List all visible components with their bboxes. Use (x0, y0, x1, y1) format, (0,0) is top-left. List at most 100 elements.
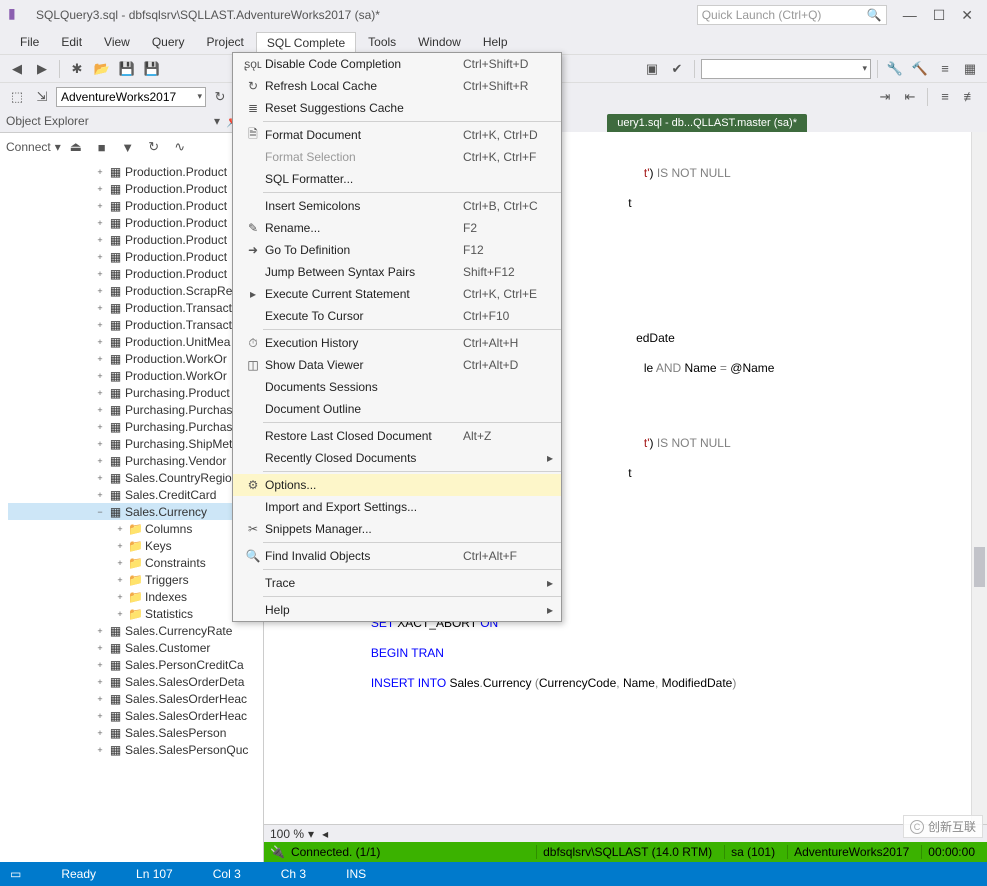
tree-node[interactable]: +▦Sales.CountryRegio (8, 469, 263, 486)
menu-item-rename[interactable]: ✎Rename...F2 (233, 217, 561, 239)
disconnect-icon[interactable]: ⏏ (65, 136, 87, 158)
tree-node[interactable]: +▦Production.Product (8, 214, 263, 231)
expand-icon[interactable]: + (94, 269, 106, 279)
save-all-button[interactable]: 💾 (141, 58, 163, 80)
menu-sql-complete[interactable]: SQL Complete (256, 32, 356, 53)
menu-project[interactable]: Project (197, 32, 254, 52)
outdent-button[interactable]: ⇤ (899, 86, 921, 108)
tool-icon[interactable]: ⇲ (31, 86, 53, 108)
expand-icon[interactable]: + (114, 592, 126, 602)
refresh-icon[interactable]: ↻ (209, 86, 231, 108)
database-combo[interactable]: AdventureWorks2017 (56, 87, 206, 107)
tree-node[interactable]: +▦Production.Transact (8, 316, 263, 333)
tool-icon[interactable]: 🔧 (884, 58, 906, 80)
quick-launch-input[interactable]: Quick Launch (Ctrl+Q) 🔍 (697, 5, 887, 25)
tree-node[interactable]: +▦Production.UnitMea (8, 333, 263, 350)
tree-node[interactable]: +▦Purchasing.ShipMet (8, 435, 263, 452)
close-button[interactable]: ✕ (961, 7, 973, 24)
tool-icon[interactable]: ✔ (666, 58, 688, 80)
expand-icon[interactable]: + (94, 456, 106, 466)
menu-item-execution-history[interactable]: ⏱Execution HistoryCtrl+Alt+H (233, 332, 561, 354)
menu-item-recently-closed-documents[interactable]: Recently Closed Documents▸ (233, 447, 561, 469)
menu-item-restore-last-closed-document[interactable]: Restore Last Closed DocumentAlt+Z (233, 425, 561, 447)
target-combo[interactable] (701, 59, 871, 79)
expand-icon[interactable]: + (94, 388, 106, 398)
nav-fwd-button[interactable]: ▶ (31, 58, 53, 80)
menu-edit[interactable]: Edit (51, 32, 92, 52)
tree-node[interactable]: +📁Statistics (8, 605, 263, 622)
indent-button[interactable]: ⇥ (874, 86, 896, 108)
menu-query[interactable]: Query (142, 32, 195, 52)
expand-icon[interactable]: + (94, 473, 106, 483)
zoom-level[interactable]: 100 % (270, 827, 304, 841)
menu-item-options[interactable]: ⚙Options... (233, 474, 561, 496)
new-query-button[interactable]: ✱ (66, 58, 88, 80)
expand-icon[interactable]: + (94, 337, 106, 347)
tree-node[interactable]: +▦Production.Transact (8, 299, 263, 316)
vertical-scrollbar[interactable] (971, 132, 987, 824)
tree-node[interactable]: +▦Production.Product (8, 265, 263, 282)
expand-icon[interactable]: + (94, 303, 106, 313)
expand-icon[interactable]: + (94, 677, 106, 687)
tool-icon[interactable]: ▦ (959, 58, 981, 80)
expand-icon[interactable]: + (94, 320, 106, 330)
tree-node[interactable]: +▦Sales.SalesOrderHeac (8, 707, 263, 724)
menu-item-refresh-local-cache[interactable]: ↻Refresh Local CacheCtrl+Shift+R (233, 75, 561, 97)
document-tab[interactable]: uery1.sql - db...QLLAST.master (sa)* (607, 114, 807, 132)
tree-node[interactable]: +▦Sales.SalesPersonQuc (8, 741, 263, 758)
expand-icon[interactable]: + (114, 541, 126, 551)
expand-icon[interactable]: + (114, 609, 126, 619)
tree-node[interactable]: +▦Sales.SalesOrderHeac (8, 690, 263, 707)
expand-icon[interactable]: + (114, 575, 126, 585)
tree-node[interactable]: +▦Purchasing.Product (8, 384, 263, 401)
expand-icon[interactable]: + (94, 626, 106, 636)
tree-node[interactable]: +📁Keys (8, 537, 263, 554)
expand-icon[interactable]: + (94, 405, 106, 415)
menu-item-documents-sessions[interactable]: Documents Sessions (233, 376, 561, 398)
tree-node[interactable]: +▦Production.Product (8, 163, 263, 180)
tree-node[interactable]: +📁Columns (8, 520, 263, 537)
expand-icon[interactable]: + (94, 167, 106, 177)
connect-button[interactable]: Connect (6, 140, 51, 154)
tree-node[interactable]: +▦Production.Product (8, 180, 263, 197)
menu-item-trace[interactable]: Trace▸ (233, 572, 561, 594)
expand-icon[interactable]: + (114, 558, 126, 568)
menu-item-go-to-definition[interactable]: ➜Go To DefinitionF12 (233, 239, 561, 261)
menu-view[interactable]: View (94, 32, 140, 52)
open-button[interactable]: 📂 (91, 58, 113, 80)
expand-icon[interactable]: + (94, 201, 106, 211)
tree-node[interactable]: +▦Production.WorkOr (8, 350, 263, 367)
uncomment-button[interactable]: ≢ (959, 86, 981, 108)
menu-help[interactable]: Help (473, 32, 518, 52)
menu-window[interactable]: Window (408, 32, 471, 52)
expand-icon[interactable]: + (94, 439, 106, 449)
menu-tools[interactable]: Tools (358, 32, 406, 52)
tree-node[interactable]: +▦Production.ScrapRe (8, 282, 263, 299)
menu-item-format-document[interactable]: 🗎Format DocumentCtrl+K, Ctrl+D (233, 124, 561, 146)
filter-icon[interactable]: ▼ (117, 136, 139, 158)
tree-node[interactable]: +📁Indexes (8, 588, 263, 605)
expand-icon[interactable]: + (94, 745, 106, 755)
tree-node[interactable]: +▦Sales.Customer (8, 639, 263, 656)
tree-node[interactable]: +▦Sales.PersonCreditCa (8, 656, 263, 673)
tree-node[interactable]: +▦Purchasing.Purchas (8, 418, 263, 435)
tree-node[interactable]: +▦Sales.SalesPerson (8, 724, 263, 741)
menu-item-import-and-export-settings[interactable]: Import and Export Settings... (233, 496, 561, 518)
stop-icon[interactable]: ■ (91, 136, 113, 158)
expand-icon[interactable]: + (94, 184, 106, 194)
tree-node[interactable]: +▦Sales.SalesOrderDeta (8, 673, 263, 690)
save-button[interactable]: 💾 (116, 58, 138, 80)
expand-icon[interactable]: + (94, 218, 106, 228)
expand-icon[interactable]: + (114, 524, 126, 534)
expand-icon[interactable]: + (94, 252, 106, 262)
menu-file[interactable]: File (10, 32, 49, 52)
expand-icon[interactable]: + (94, 235, 106, 245)
tool-icon[interactable]: ⬚ (6, 86, 28, 108)
expand-icon[interactable]: − (94, 507, 106, 517)
expand-icon[interactable]: + (94, 643, 106, 653)
tree-node[interactable]: +📁Triggers (8, 571, 263, 588)
tree-node[interactable]: +▦Purchasing.Vendor (8, 452, 263, 469)
menu-item-document-outline[interactable]: Document Outline (233, 398, 561, 420)
menu-item-execute-to-cursor[interactable]: Execute To CursorCtrl+F10 (233, 305, 561, 327)
tree-node[interactable]: +▦Purchasing.Purchas (8, 401, 263, 418)
